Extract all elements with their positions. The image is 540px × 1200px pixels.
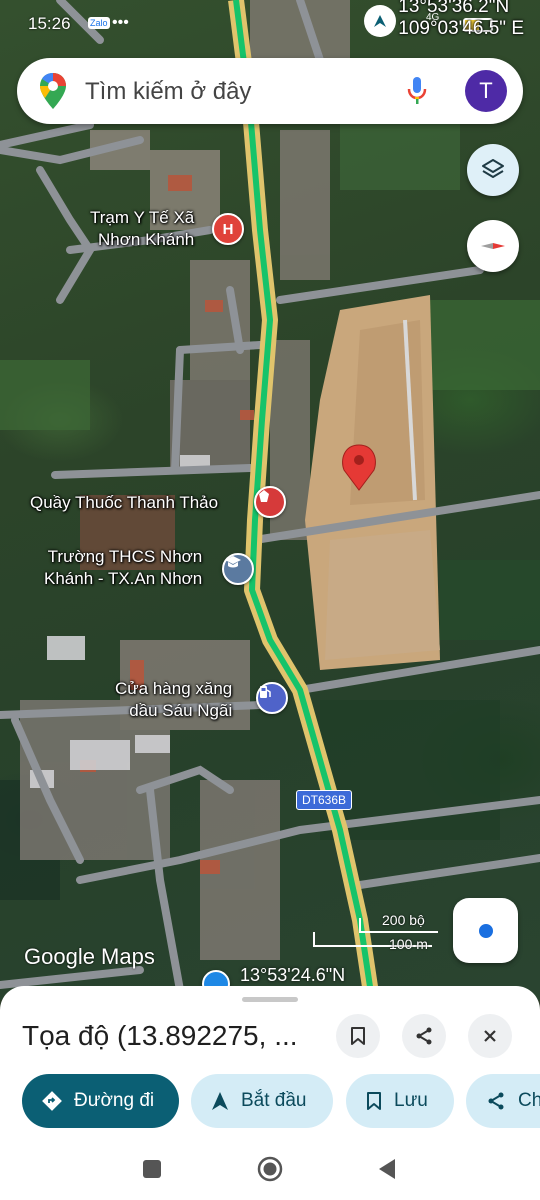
- zalo-icon: Zalo: [88, 17, 110, 29]
- label-school[interactable]: Trường THCS Nhơn Khánh - TX.An Nhơn: [44, 546, 202, 590]
- road-badge: DT636B: [296, 790, 353, 810]
- back-icon: [379, 1159, 395, 1179]
- hospital-pin-icon[interactable]: H: [212, 213, 244, 245]
- school-pin-icon[interactable]: [222, 553, 254, 585]
- coordinates-overlay-lng: 109°03'46.5" E: [398, 18, 524, 39]
- pharmacy-pin-icon[interactable]: [254, 486, 286, 518]
- label-school-line1: Trường THCS Nhơn: [47, 547, 203, 566]
- navigation-arrow-icon: [211, 1091, 229, 1111]
- directions-icon: [42, 1091, 62, 1111]
- recents-button[interactable]: [137, 1154, 167, 1184]
- label-pharmacy-line1: Quầy Thuốc Thanh Thảo: [30, 493, 219, 512]
- save-button[interactable]: Lưu: [346, 1074, 454, 1128]
- drag-handle[interactable]: [242, 997, 298, 1002]
- satellite-map[interactable]: H Trạm Y Tế Xã Nhơn Khánh Quầy Thuốc Tha…: [0, 0, 540, 1000]
- account-avatar[interactable]: T: [465, 70, 507, 112]
- share-chip-label: Ch: [518, 1090, 540, 1111]
- close-icon: [484, 1030, 496, 1042]
- label-school-line2: Khánh - TX.An Nhơn: [44, 569, 203, 588]
- back-button[interactable]: [372, 1154, 402, 1184]
- label-pharmacy[interactable]: Quầy Thuốc Thanh Thảo: [30, 492, 218, 514]
- scale-bar: 200 bộ 100 m: [312, 910, 438, 958]
- scale-bottom-label: 100 m: [389, 936, 428, 952]
- coordinates-overlay-lat: 13°53'36.2"N: [398, 0, 510, 17]
- my-location-button[interactable]: [453, 898, 518, 963]
- close-button[interactable]: [468, 1014, 512, 1058]
- label-health-station-line2: Nhơn Khánh: [98, 230, 195, 249]
- share-chip-button[interactable]: Ch: [466, 1074, 540, 1128]
- directions-label: Đường đi: [74, 1090, 155, 1111]
- directions-button[interactable]: Đường đi: [22, 1074, 179, 1128]
- label-gas-station[interactable]: Cửa hàng xăng dầu Sáu Ngãi: [115, 678, 232, 722]
- label-health-station[interactable]: Trạm Y Tế Xã Nhơn Khánh: [90, 207, 194, 251]
- my-location-icon: [476, 921, 495, 940]
- compass-button[interactable]: [467, 220, 519, 272]
- bookmark-button[interactable]: [336, 1014, 380, 1058]
- search-bar[interactable]: Tìm kiếm ở đây T: [17, 58, 523, 124]
- status-time: 15:26: [28, 14, 71, 33]
- maps-sharing-icon: [364, 5, 396, 37]
- share-icon: [486, 1091, 506, 1111]
- more-dots-icon: •••: [112, 14, 129, 31]
- gas-station-pin-icon[interactable]: [256, 682, 288, 714]
- label-gas-station-line1: Cửa hàng xăng: [115, 679, 233, 698]
- scale-top-label: 200 bộ: [382, 912, 425, 928]
- google-maps-logo: Google Maps: [24, 944, 155, 969]
- label-gas-station-line2: dầu Sáu Ngãi: [129, 701, 233, 720]
- compass-icon: [481, 243, 505, 249]
- start-button[interactable]: Bắt đầu: [191, 1074, 333, 1128]
- search-input[interactable]: Tìm kiếm ở đây: [85, 78, 251, 106]
- start-label: Bắt đầu: [241, 1090, 307, 1111]
- status-bar: 15:26 Zalo ••• 4G 13°53'36.2"N 109°03'46…: [0, 0, 540, 50]
- layers-icon: [482, 159, 504, 178]
- mic-icon[interactable]: [407, 76, 427, 111]
- action-chips: Đường đi Bắt đầu Lưu Ch: [22, 1074, 540, 1128]
- coordinates-overlay: 13°53'36.2"N 109°03'46.5" E: [398, 0, 524, 40]
- label-health-station-line1: Trạm Y Tế Xã: [90, 208, 195, 227]
- bookmark-icon: [366, 1091, 382, 1111]
- place-title: Tọa độ (13.892275, ...: [22, 1020, 298, 1051]
- save-label: Lưu: [394, 1090, 428, 1111]
- system-nav-bar: [0, 1140, 540, 1200]
- home-button[interactable]: [255, 1154, 285, 1184]
- layers-button[interactable]: [467, 144, 519, 196]
- pin-coordinate-label: 13°53'24.6"N: [240, 965, 346, 985]
- share-icon: [416, 1027, 432, 1045]
- home-icon: [257, 1156, 283, 1182]
- recents-icon: [143, 1160, 161, 1178]
- share-button[interactable]: [402, 1014, 446, 1058]
- bookmark-icon: [351, 1027, 365, 1045]
- google-maps-pin-icon: [39, 72, 67, 115]
